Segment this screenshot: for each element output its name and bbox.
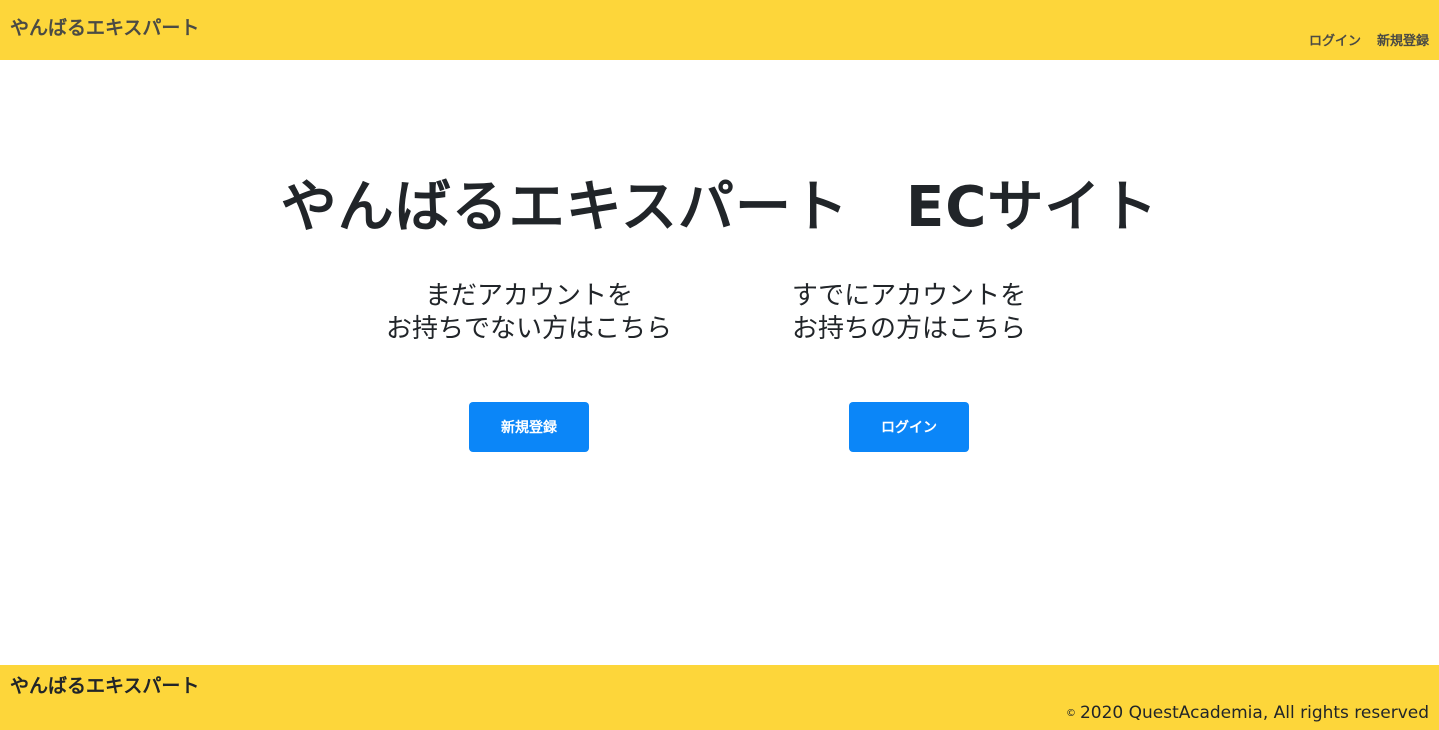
signup-prompt-line2: お持ちでない方はこちら	[385, 314, 672, 344]
login-prompt-line2: お持ちの方はこちら	[791, 314, 1026, 344]
footer-brand: やんばるエキスパート	[10, 675, 200, 697]
signup-button[interactable]: 新規登録	[469, 402, 589, 452]
signup-prompt-line1: まだアカウントを	[424, 281, 633, 311]
header-bar: やんばるエキスパート ログイン 新規登録	[0, 0, 1439, 60]
login-prompt-line1: すでにアカウントを	[791, 281, 1027, 311]
copyright-notice: 2020 QuestAcademia, All rights reserved	[1079, 703, 1429, 723]
signup-prompt: まだアカウントを お持ちでない方はこちら	[349, 280, 709, 346]
login-button[interactable]: ログイン	[849, 402, 969, 452]
copyright-symbol: ©	[1065, 708, 1076, 719]
nav-login-link[interactable]: ログイン	[1309, 30, 1361, 49]
header-nav: ログイン 新規登録	[1309, 30, 1429, 49]
nav-signup-link[interactable]: 新規登録	[1377, 30, 1429, 49]
brand-link[interactable]: やんばるエキスパート	[10, 13, 199, 40]
footer-bar: やんばるエキスパート © 2020 QuestAcademia, All righ…	[0, 665, 1439, 730]
page-title: やんばるエキスパート ECサイト	[280, 175, 1159, 240]
login-prompt: すでにアカウントを お持ちの方はこちら	[729, 280, 1089, 346]
copyright-text: © 2020 QuestAcademia, All rights reserved	[1066, 703, 1429, 723]
